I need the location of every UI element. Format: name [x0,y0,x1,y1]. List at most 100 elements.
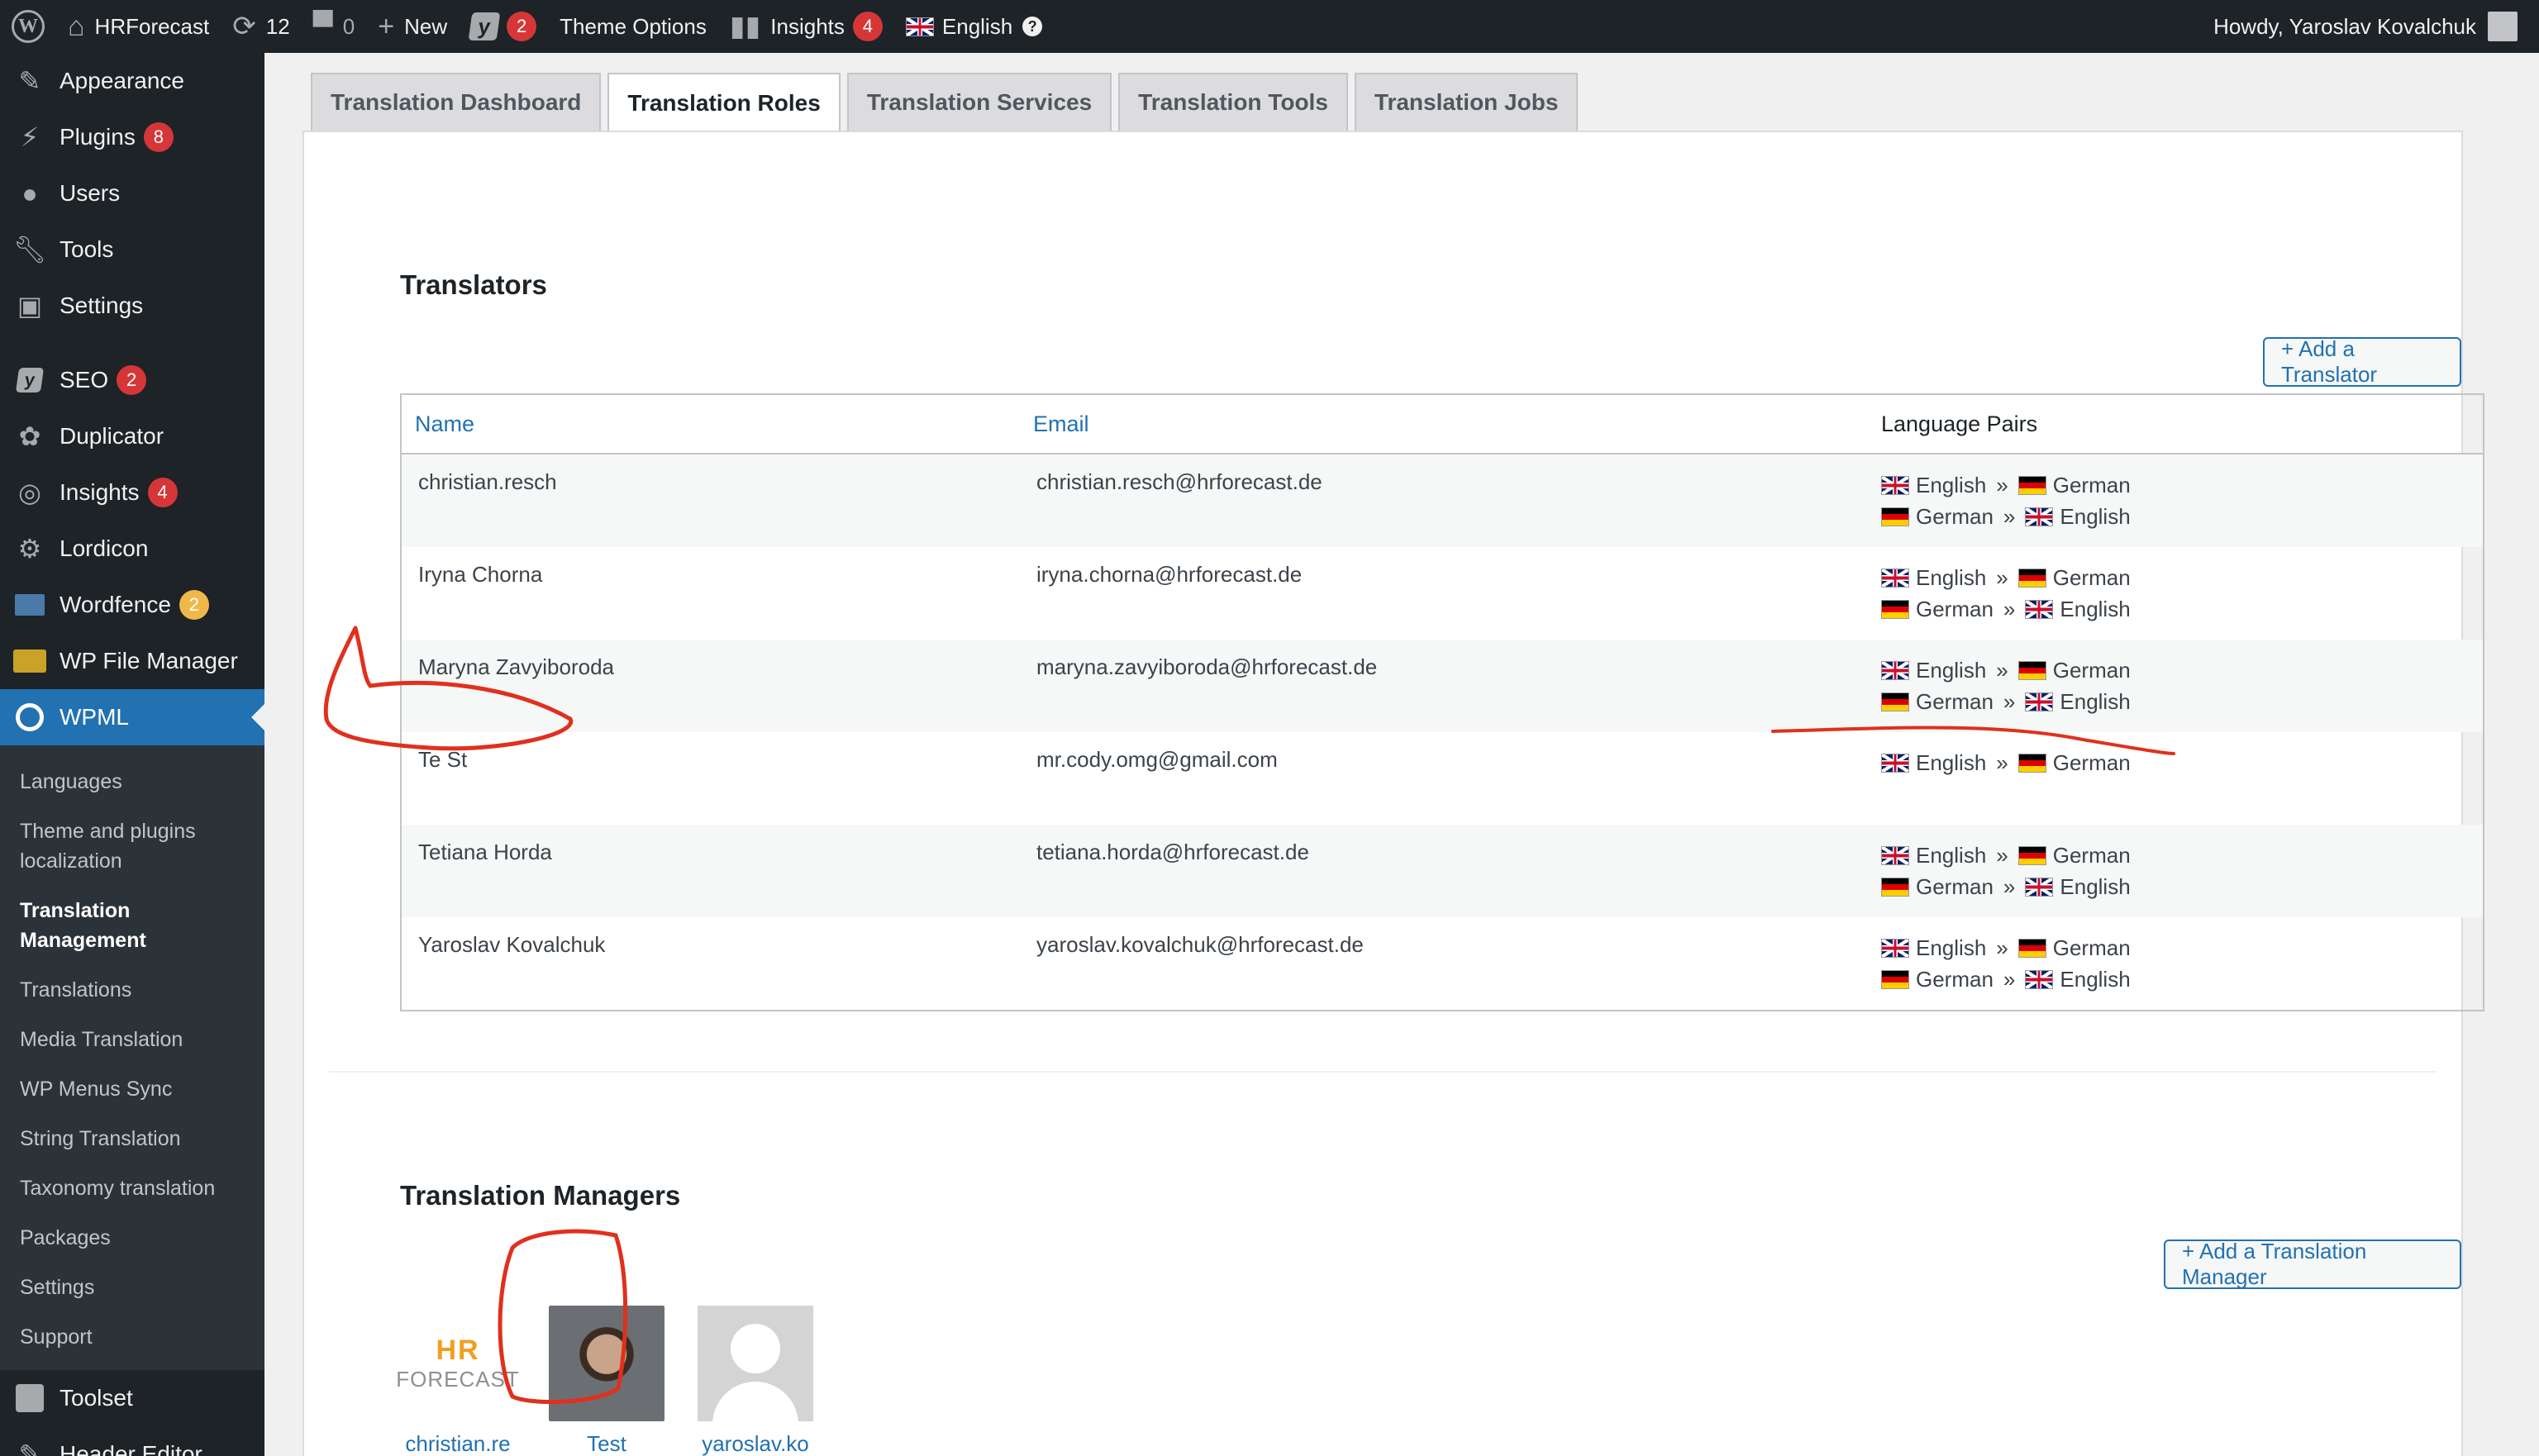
comments-link[interactable]: ▀ 0 [302,0,367,53]
submenu-wp-menus-sync[interactable]: WP Menus Sync [0,1064,264,1114]
tab-translation-services[interactable]: Translation Services [846,73,1112,131]
add-translator-button[interactable]: + Add a Translator [2263,336,2461,387]
submenu-taxonomy-translation[interactable]: Taxonomy translation [0,1163,264,1213]
submenu-media-translation[interactable]: Media Translation [0,1015,264,1064]
table-header: Name Email Language Pairs [402,395,2483,454]
sliders-icon: ▣ [17,291,43,321]
column-header-name[interactable]: Name [402,412,1020,437]
source-language: German [1916,873,1994,899]
theme-options-link[interactable]: Theme Options [548,0,718,53]
greeting: Howdy, Yaroslav Kovalchuk [2213,13,2476,39]
manager-item[interactable]: Test [549,1306,665,1456]
submenu-theme-plugins-localization[interactable]: Theme and plugins localization [0,807,264,886]
language-switcher[interactable]: English ? [894,0,1054,53]
submenu-languages[interactable]: Languages [0,757,264,807]
pair-arrow: » [1996,842,2008,868]
menu-label: Insights [60,479,140,505]
tab-translation-tools[interactable]: Translation Tools [1118,73,1348,131]
source-language: English [1916,842,1987,868]
uk-flag-icon [2025,969,2054,989]
insights-link[interactable]: ▮▮ Insights 4 [718,0,894,53]
site-name-link[interactable]: ⌂ HRForecast [56,0,221,53]
new-content-link[interactable]: + New [366,0,459,53]
source-language: German [1916,503,1994,529]
table-row: Iryna Chorna iryna.chorna@hrforecast.de En… [402,547,2483,640]
tab-translation-jobs[interactable]: Translation Jobs [1354,73,1579,131]
managers-list: HR FORECAST christian.resch Test yarosla… [396,1306,813,1456]
menu-label: Appearance [60,68,185,93]
uk-flag-icon [2025,692,2054,711]
manager-name[interactable]: christian.resch [400,1431,516,1456]
language-pair: English » German [1881,932,2483,964]
user-icon: ● [21,178,38,208]
germany-flag-icon [2017,475,2046,495]
menu-lordicon[interactable]: ⚙ Lordicon [0,521,264,577]
menu-duplicator[interactable]: ✿ Duplicator [0,408,264,464]
duplicator-icon: ✿ [18,421,41,451]
manager-name[interactable]: yaroslav.kovalchuk [698,1431,813,1456]
menu-appearance[interactable]: ✎ Appearance [0,53,264,109]
wordpress-logo-icon: W [12,10,45,43]
submenu-translation-management[interactable]: Translation Management [0,886,264,965]
menu-plugins[interactable]: ⚡ Plugins 8 [0,109,264,165]
submenu-support[interactable]: Support [0,1312,264,1362]
translators-table: Name Email Language Pairs christian.resc… [400,393,2484,1011]
yoast-link[interactable]: y 2 [459,0,548,53]
manager-item[interactable]: HR FORECAST christian.resch [396,1306,519,1456]
submenu-translations[interactable]: Translations [0,965,264,1015]
tab-translation-dashboard[interactable]: Translation Dashboard [311,73,602,131]
germany-flag-icon [2017,568,2046,588]
help-icon[interactable]: ? [1022,17,1043,36]
target-language: English [2060,873,2131,899]
uk-flag-icon [1881,938,1909,958]
menu-header-editor[interactable]: ✎ Header Editor [0,1426,264,1456]
menu-label: Wordfence [60,592,171,617]
translator-language-pairs: English» German German» English [1868,654,2483,732]
menu-tools[interactable]: 🔧︎ Tools [0,221,264,278]
menu-wpml[interactable]: WPML [0,689,264,745]
germany-flag-icon [2017,845,2046,865]
translator-language-pairs: English» German German» English [1868,562,2483,640]
translator-email: christian.resch@hrforecast.de [1036,469,1322,494]
submenu-packages[interactable]: Packages [0,1213,264,1263]
translator-email: maryna.zavyiboroda@hrforecast.de [1036,654,1378,679]
updates-link[interactable]: ⟳ 12 [221,0,301,53]
translator-language-pairs: English» German German» English [1868,469,2483,547]
language-pair: English » German [1881,654,2483,686]
avatar-placeholder [698,1306,813,1421]
menu-seo[interactable]: y SEO 2 [0,352,264,408]
add-translation-manager-button[interactable]: + Add a Translation Manager [2164,1239,2461,1289]
tab-translation-roles[interactable]: Translation Roles [607,73,841,132]
menu-settings[interactable]: ▣ Settings [0,278,264,334]
menu-wp-file-manager[interactable]: WP File Manager [0,633,264,689]
menu-users[interactable]: ● Users [0,165,264,221]
submenu-settings[interactable]: Settings [0,1263,264,1312]
translator-email: iryna.chorna@hrforecast.de [1036,562,1303,587]
translator-email: tetiana.horda@hrforecast.de [1036,840,1309,864]
admin-sidebar: ✎ Appearance ⚡ Plugins 8 ● Users 🔧︎ Tool… [0,53,264,1456]
translator-name: Te St [418,747,468,772]
translator-name: Iryna Chorna [418,562,543,587]
column-header-language-pairs: Language Pairs [1881,411,2038,436]
submenu-string-translation[interactable]: String Translation [0,1114,264,1163]
uk-flag-icon [1881,660,1909,680]
yoast-icon: y [468,12,501,40]
column-header-email[interactable]: Email [1020,412,1868,437]
manager-name[interactable]: Test [587,1431,626,1456]
pencil-icon: ✎ [18,1439,41,1456]
source-language: English [1916,564,1987,590]
menu-toolset[interactable]: Toolset [0,1370,264,1426]
menu-insights[interactable]: ◎ Insights 4 [0,464,264,521]
wordpress-menu[interactable]: W [0,0,56,53]
language-pair: German » English [1881,871,2483,902]
comments-count: 0 [342,13,355,39]
menu-label: Settings [60,293,144,318]
theme-options-label: Theme Options [560,13,707,39]
wpml-submenu: Languages Theme and plugins localization… [0,745,264,1370]
account-menu[interactable]: Howdy, Yaroslav Kovalchuk [2202,0,2529,53]
insights-icon: ◎ [18,478,41,507]
yoast-badge: 2 [507,12,537,41]
menu-wordfence[interactable]: Wordfence 2 [0,577,264,633]
manager-item[interactable]: yaroslav.kovalchuk [698,1306,813,1456]
pair-arrow: » [2003,966,2016,992]
